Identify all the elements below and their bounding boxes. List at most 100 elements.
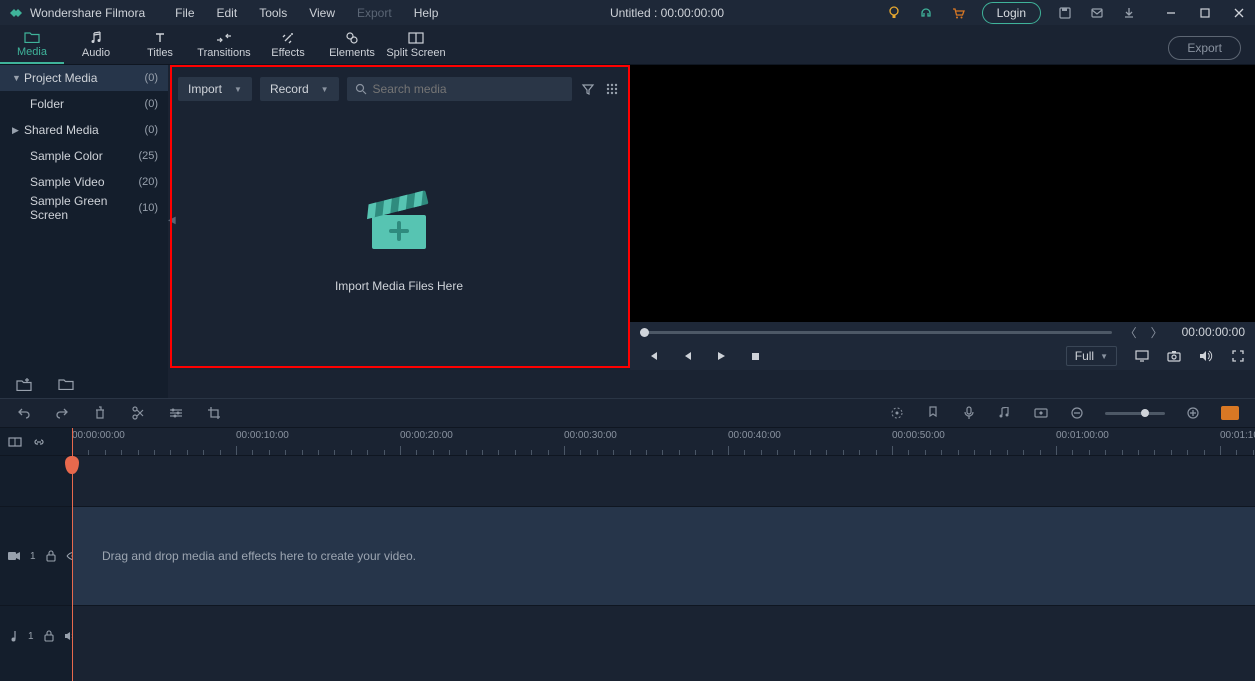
stop-icon[interactable] bbox=[748, 349, 762, 363]
tab-effects[interactable]: Effects bbox=[256, 26, 320, 64]
minimize-button[interactable] bbox=[1163, 5, 1179, 21]
link-icon[interactable] bbox=[32, 434, 46, 450]
app-name: Wondershare Filmora bbox=[30, 6, 145, 20]
menu-file[interactable]: File bbox=[165, 2, 204, 24]
tab-label: Transitions bbox=[197, 47, 250, 59]
menu-tools[interactable]: Tools bbox=[249, 2, 297, 24]
video-track-header[interactable]: 1 bbox=[0, 506, 72, 606]
titles-icon bbox=[153, 31, 167, 45]
media-sidebar: ▼ Project Media (0) Folder (0) ▶ Shared … bbox=[0, 65, 168, 370]
ruler-label: 00:00:00:00 bbox=[72, 430, 125, 441]
quality-dropdown[interactable]: Full▼ bbox=[1066, 346, 1117, 366]
tab-audio[interactable]: Audio bbox=[64, 26, 128, 64]
timeline-settings-icon[interactable] bbox=[8, 434, 22, 450]
audio-track[interactable] bbox=[72, 606, 1255, 666]
menu-help[interactable]: Help bbox=[404, 2, 449, 24]
go-to-start-icon[interactable] bbox=[646, 349, 660, 363]
sidebar-item-sample-color[interactable]: Sample Color (25) bbox=[0, 143, 168, 169]
clapperboard-icon bbox=[364, 185, 434, 255]
search-box[interactable] bbox=[347, 77, 572, 101]
step-back-icon[interactable] bbox=[680, 349, 694, 363]
download-icon[interactable] bbox=[1121, 5, 1137, 21]
preview-screen[interactable] bbox=[630, 65, 1255, 322]
voiceover-icon[interactable] bbox=[961, 405, 977, 421]
tab-label: Titles bbox=[147, 47, 173, 59]
new-folder-icon[interactable] bbox=[16, 376, 32, 392]
video-track-icon bbox=[8, 551, 20, 561]
color-marker[interactable] bbox=[1221, 406, 1239, 420]
media-drop-zone[interactable]: Import Media Files Here bbox=[168, 107, 630, 370]
filter-icon[interactable] bbox=[580, 81, 596, 97]
chevron-right-icon: ▶ bbox=[12, 125, 24, 136]
display-icon[interactable] bbox=[1135, 349, 1149, 363]
delete-icon[interactable] bbox=[92, 405, 108, 421]
login-button[interactable]: Login bbox=[982, 2, 1041, 24]
elements-icon bbox=[345, 31, 359, 45]
menu-export[interactable]: Export bbox=[347, 2, 402, 24]
split-icon[interactable] bbox=[130, 405, 146, 421]
tab-label: Effects bbox=[271, 47, 304, 59]
edit-tools-icon[interactable] bbox=[168, 405, 184, 421]
music-icon bbox=[89, 31, 103, 45]
clip-track[interactable] bbox=[72, 456, 1255, 506]
ruler-label: 00:00:40:00 bbox=[728, 430, 781, 441]
ruler-label: 00:00:30:00 bbox=[564, 430, 617, 441]
zoom-slider[interactable] bbox=[1105, 412, 1165, 415]
keyframe-icon[interactable] bbox=[1033, 405, 1049, 421]
audio-track-header[interactable]: 1 bbox=[0, 606, 72, 666]
folder-icon bbox=[24, 30, 40, 44]
sidebar-item-folder[interactable]: Folder (0) bbox=[0, 91, 168, 117]
ruler-label: 00:00:10:00 bbox=[236, 430, 289, 441]
snapshot-icon[interactable] bbox=[1167, 349, 1181, 363]
playhead[interactable] bbox=[72, 428, 73, 681]
timecode: 00:00:00:00 bbox=[1182, 325, 1245, 339]
sidebar-item-sample-video[interactable]: Sample Video (20) bbox=[0, 169, 168, 195]
maximize-button[interactable] bbox=[1197, 5, 1213, 21]
volume-icon[interactable] bbox=[1199, 349, 1213, 363]
close-button[interactable] bbox=[1231, 5, 1247, 21]
lock-icon[interactable] bbox=[44, 630, 54, 642]
audio-mixer-icon[interactable] bbox=[997, 405, 1013, 421]
transitions-icon bbox=[216, 31, 232, 45]
menu-view[interactable]: View bbox=[299, 2, 345, 24]
tab-media[interactable]: Media bbox=[0, 26, 64, 64]
record-dropdown[interactable]: Record ▼ bbox=[260, 77, 339, 101]
sidebar-item-project-media[interactable]: ▼ Project Media (0) bbox=[0, 65, 168, 91]
tab-titles[interactable]: Titles bbox=[128, 26, 192, 64]
prev-frame-icon[interactable]: 〈 bbox=[1124, 325, 1138, 339]
tab-elements[interactable]: Elements bbox=[320, 26, 384, 64]
grid-view-icon[interactable] bbox=[604, 81, 620, 97]
support-icon[interactable] bbox=[918, 5, 934, 21]
export-button[interactable]: Export bbox=[1168, 36, 1241, 60]
undo-icon[interactable] bbox=[16, 405, 32, 421]
lock-icon[interactable] bbox=[46, 550, 56, 562]
save-icon[interactable] bbox=[1057, 5, 1073, 21]
ruler-label: 00:01:00:00 bbox=[1056, 430, 1109, 441]
tab-transitions[interactable]: Transitions bbox=[192, 26, 256, 64]
render-icon[interactable] bbox=[889, 405, 905, 421]
menu-edit[interactable]: Edit bbox=[207, 2, 248, 24]
search-input[interactable] bbox=[373, 82, 564, 96]
chevron-down-icon: ▼ bbox=[1100, 352, 1108, 361]
fullscreen-icon[interactable] bbox=[1231, 349, 1245, 363]
sidebar-item-shared-media[interactable]: ▶ Shared Media (0) bbox=[0, 117, 168, 143]
zoom-in-icon[interactable] bbox=[1185, 405, 1201, 421]
open-folder-icon[interactable] bbox=[58, 376, 74, 392]
import-dropdown[interactable]: Import ▼ bbox=[178, 77, 252, 101]
split-screen-icon bbox=[408, 31, 424, 45]
crop-icon[interactable] bbox=[206, 405, 222, 421]
redo-icon[interactable] bbox=[54, 405, 70, 421]
timeline-ruler[interactable]: 00:00:00:0000:00:10:0000:00:20:0000:00:3… bbox=[72, 428, 1255, 456]
marker-icon[interactable] bbox=[925, 405, 941, 421]
zoom-out-icon[interactable] bbox=[1069, 405, 1085, 421]
sidebar-item-sample-green-screen[interactable]: Sample Green Screen (10) bbox=[0, 195, 168, 221]
document-title: Untitled : 00:00:00:00 bbox=[448, 6, 885, 20]
seek-slider[interactable] bbox=[640, 331, 1112, 334]
cart-icon[interactable] bbox=[950, 5, 966, 21]
tab-split-screen[interactable]: Split Screen bbox=[384, 26, 448, 64]
tips-icon[interactable] bbox=[886, 5, 902, 21]
mail-icon[interactable] bbox=[1089, 5, 1105, 21]
play-icon[interactable] bbox=[714, 349, 728, 363]
next-frame-icon[interactable]: 〉 bbox=[1150, 325, 1164, 339]
video-track[interactable]: Drag and drop media and effects here to … bbox=[72, 506, 1255, 606]
